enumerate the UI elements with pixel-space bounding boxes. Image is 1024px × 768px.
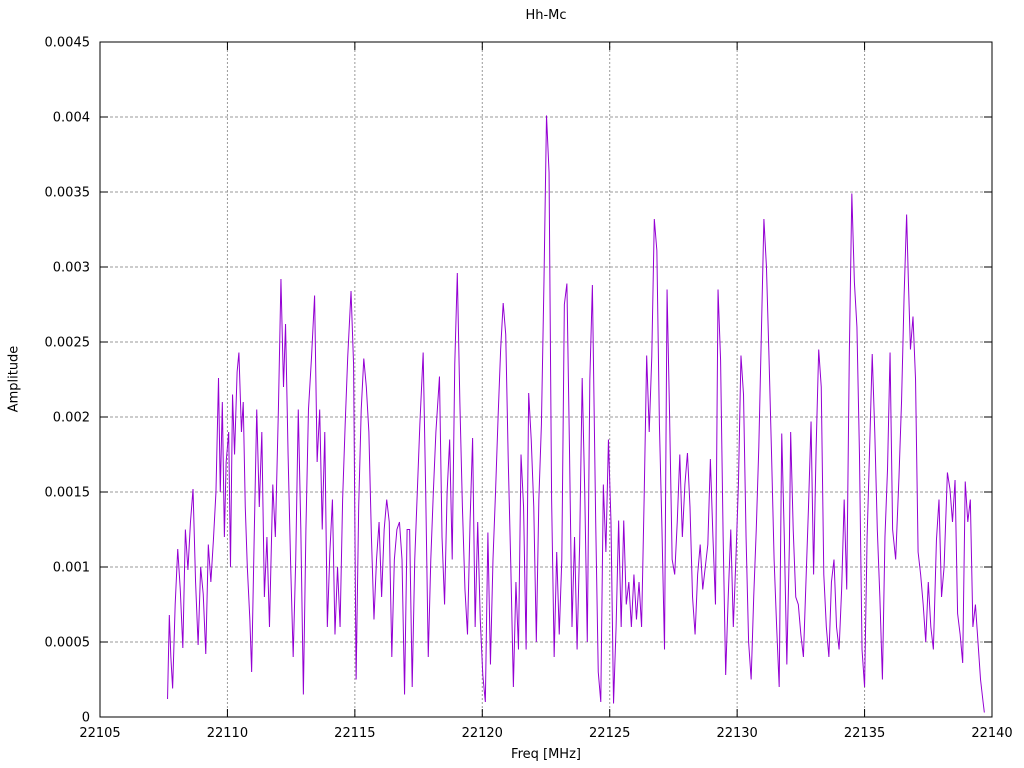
x-tick-label: 22130	[716, 726, 757, 741]
y-tick-label: 0.0005	[45, 636, 91, 651]
x-tick-label: 22115	[334, 726, 375, 741]
x-axis-label: Freq [MHz]	[511, 747, 581, 762]
y-axis-label: Amplitude	[6, 345, 22, 413]
x-tick-label: 22110	[207, 726, 248, 741]
chart-window: 22105 22110 22115 22120 22125 22130 22135 22140…	[0, 0, 1024, 768]
plot-canvas: 22105 22110 22115 22120 22125 22130 22135 22140…	[0, 0, 1024, 768]
x-tick-label: 22140	[971, 726, 1012, 741]
chart-title: Hh-Mc	[525, 8, 567, 23]
series-line	[167, 115, 985, 713]
x-tick-label: 22135	[844, 726, 885, 741]
y-tick-label: 0	[82, 711, 90, 726]
y-tick-label: 0.002	[53, 411, 90, 426]
y-tick-label: 0.0045	[45, 36, 91, 51]
x-tick-label: 22120	[462, 726, 503, 741]
y-tick-label: 0.003	[53, 261, 90, 276]
x-tick-label: 22125	[589, 726, 630, 741]
x-tick-label: 22105	[79, 726, 120, 741]
chart-svg: 22105 22110 22115 22120 22125 22130 22135 22140…	[45, 36, 1013, 742]
y-tick-label: 0.0025	[45, 336, 91, 351]
y-tick-label: 0.001	[53, 561, 90, 576]
y-tick-label: 0.004	[53, 111, 90, 126]
y-tick-label: 0.0015	[45, 486, 91, 501]
y-tick-label: 0.0035	[45, 186, 91, 201]
